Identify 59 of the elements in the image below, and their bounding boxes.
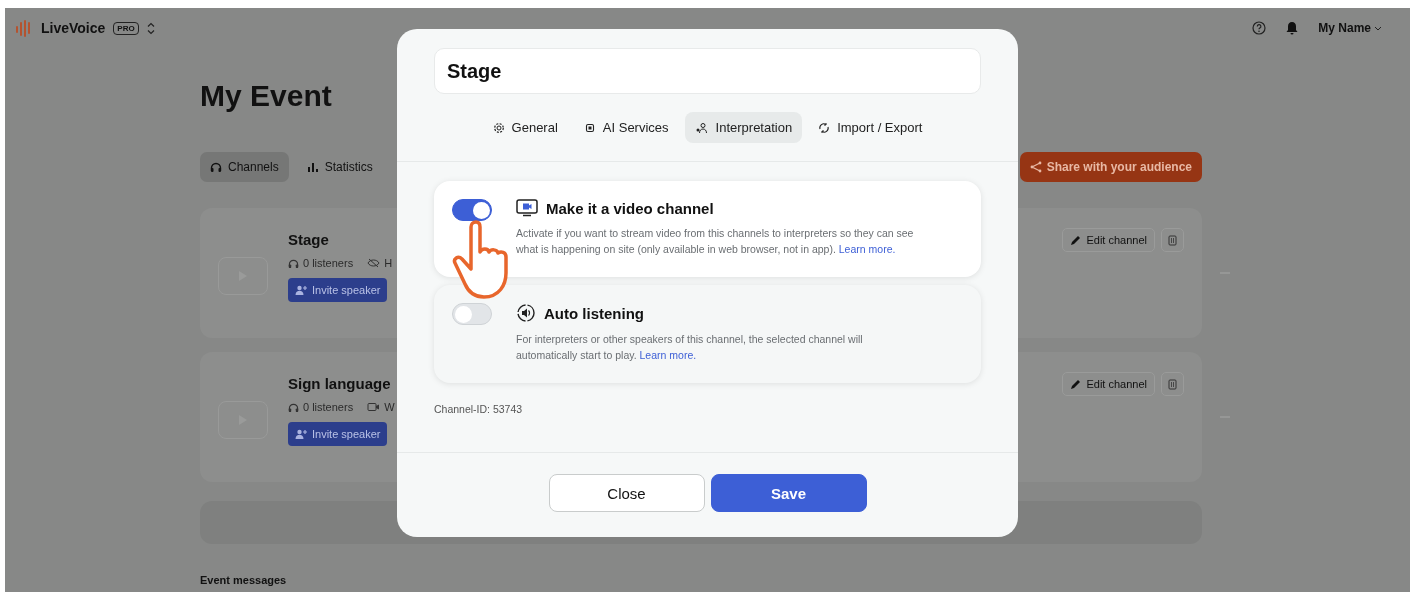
toggle-switch[interactable] [452, 199, 492, 221]
updown-chevron-icon[interactable] [146, 21, 155, 35]
dialog-tab[interactable]: General [482, 112, 568, 143]
dialog-tab[interactable]: Interpretation [684, 112, 803, 143]
channel-name-field[interactable]: Stage [434, 48, 981, 94]
close-button[interactable]: Close [548, 474, 705, 512]
setting-title: Make it a video channel [546, 199, 714, 217]
setting-description: For interpreters or other speakers of this channel, the selected channel will automatically start to play. Learn more. [516, 332, 864, 363]
learn-more-link[interactable]: Learn more. [639, 349, 697, 361]
headphones-icon [288, 257, 299, 269]
event-title: My Event [200, 78, 333, 114]
edit-channel-button[interactable]: Edit channel [1062, 228, 1155, 252]
add-person-icon [295, 429, 307, 439]
channel-detail: H [384, 257, 393, 269]
share-icon [1029, 161, 1042, 173]
people-icon [694, 121, 709, 134]
share-button[interactable]: Share with your audience [1019, 152, 1202, 182]
trash-icon [1168, 378, 1177, 390]
headphones-icon [210, 161, 222, 173]
speaker-circle-icon [516, 303, 536, 323]
listener-count: 0 listeners [303, 257, 354, 269]
dialog-tab[interactable]: Import / Export [808, 112, 933, 143]
add-person-icon [295, 285, 307, 295]
channel-detail: W [384, 401, 395, 413]
app-logo: LiveVoice [41, 20, 106, 36]
invite-speaker-button[interactable]: Invite speaker [288, 278, 388, 302]
page-tab[interactable]: Statistics [296, 152, 383, 182]
listener-count: 0 listeners [303, 401, 354, 413]
chevron-down-icon [1374, 25, 1382, 31]
channel-name: Stage [288, 231, 329, 248]
chip-icon [583, 121, 596, 134]
video-camera-icon [367, 402, 381, 412]
logo-icon [15, 19, 33, 37]
headphones-icon [288, 401, 299, 413]
delete-button[interactable] [1161, 228, 1184, 252]
monitor-icon [516, 199, 538, 217]
pencil-icon [1070, 234, 1082, 246]
learn-more-link[interactable]: Learn more. [838, 243, 896, 255]
sync-icon [818, 121, 831, 134]
page-tab[interactable]: Channels [200, 152, 289, 182]
setting-title: Auto listening [544, 304, 644, 322]
edit-channel-button[interactable]: Edit channel [1062, 372, 1155, 396]
user-menu[interactable]: My Name [1318, 21, 1382, 35]
trash-icon [1168, 234, 1177, 246]
channel-id: Channel-ID: 53743 [434, 403, 524, 415]
delete-button[interactable] [1161, 372, 1184, 396]
channel-name: Sign language [288, 375, 391, 392]
setting-description: Activate if you want to stream video from this channels to interpreters so they can see what is happening on site (only available in web browser, not in app). Learn more. [516, 226, 915, 257]
gear-icon [492, 121, 505, 134]
section-heading: Event messages [200, 574, 288, 586]
bell-icon[interactable] [1286, 21, 1299, 35]
pencil-icon [1070, 378, 1082, 390]
bar-chart-icon [306, 161, 319, 173]
help-icon[interactable] [1252, 21, 1267, 35]
invite-speaker-button[interactable]: Invite speaker [288, 422, 388, 446]
dialog-tab[interactable]: AI Services [573, 112, 679, 143]
eye-slash-icon [367, 258, 381, 268]
plan-badge: PRO [113, 21, 139, 35]
save-button[interactable]: Save [710, 474, 867, 512]
